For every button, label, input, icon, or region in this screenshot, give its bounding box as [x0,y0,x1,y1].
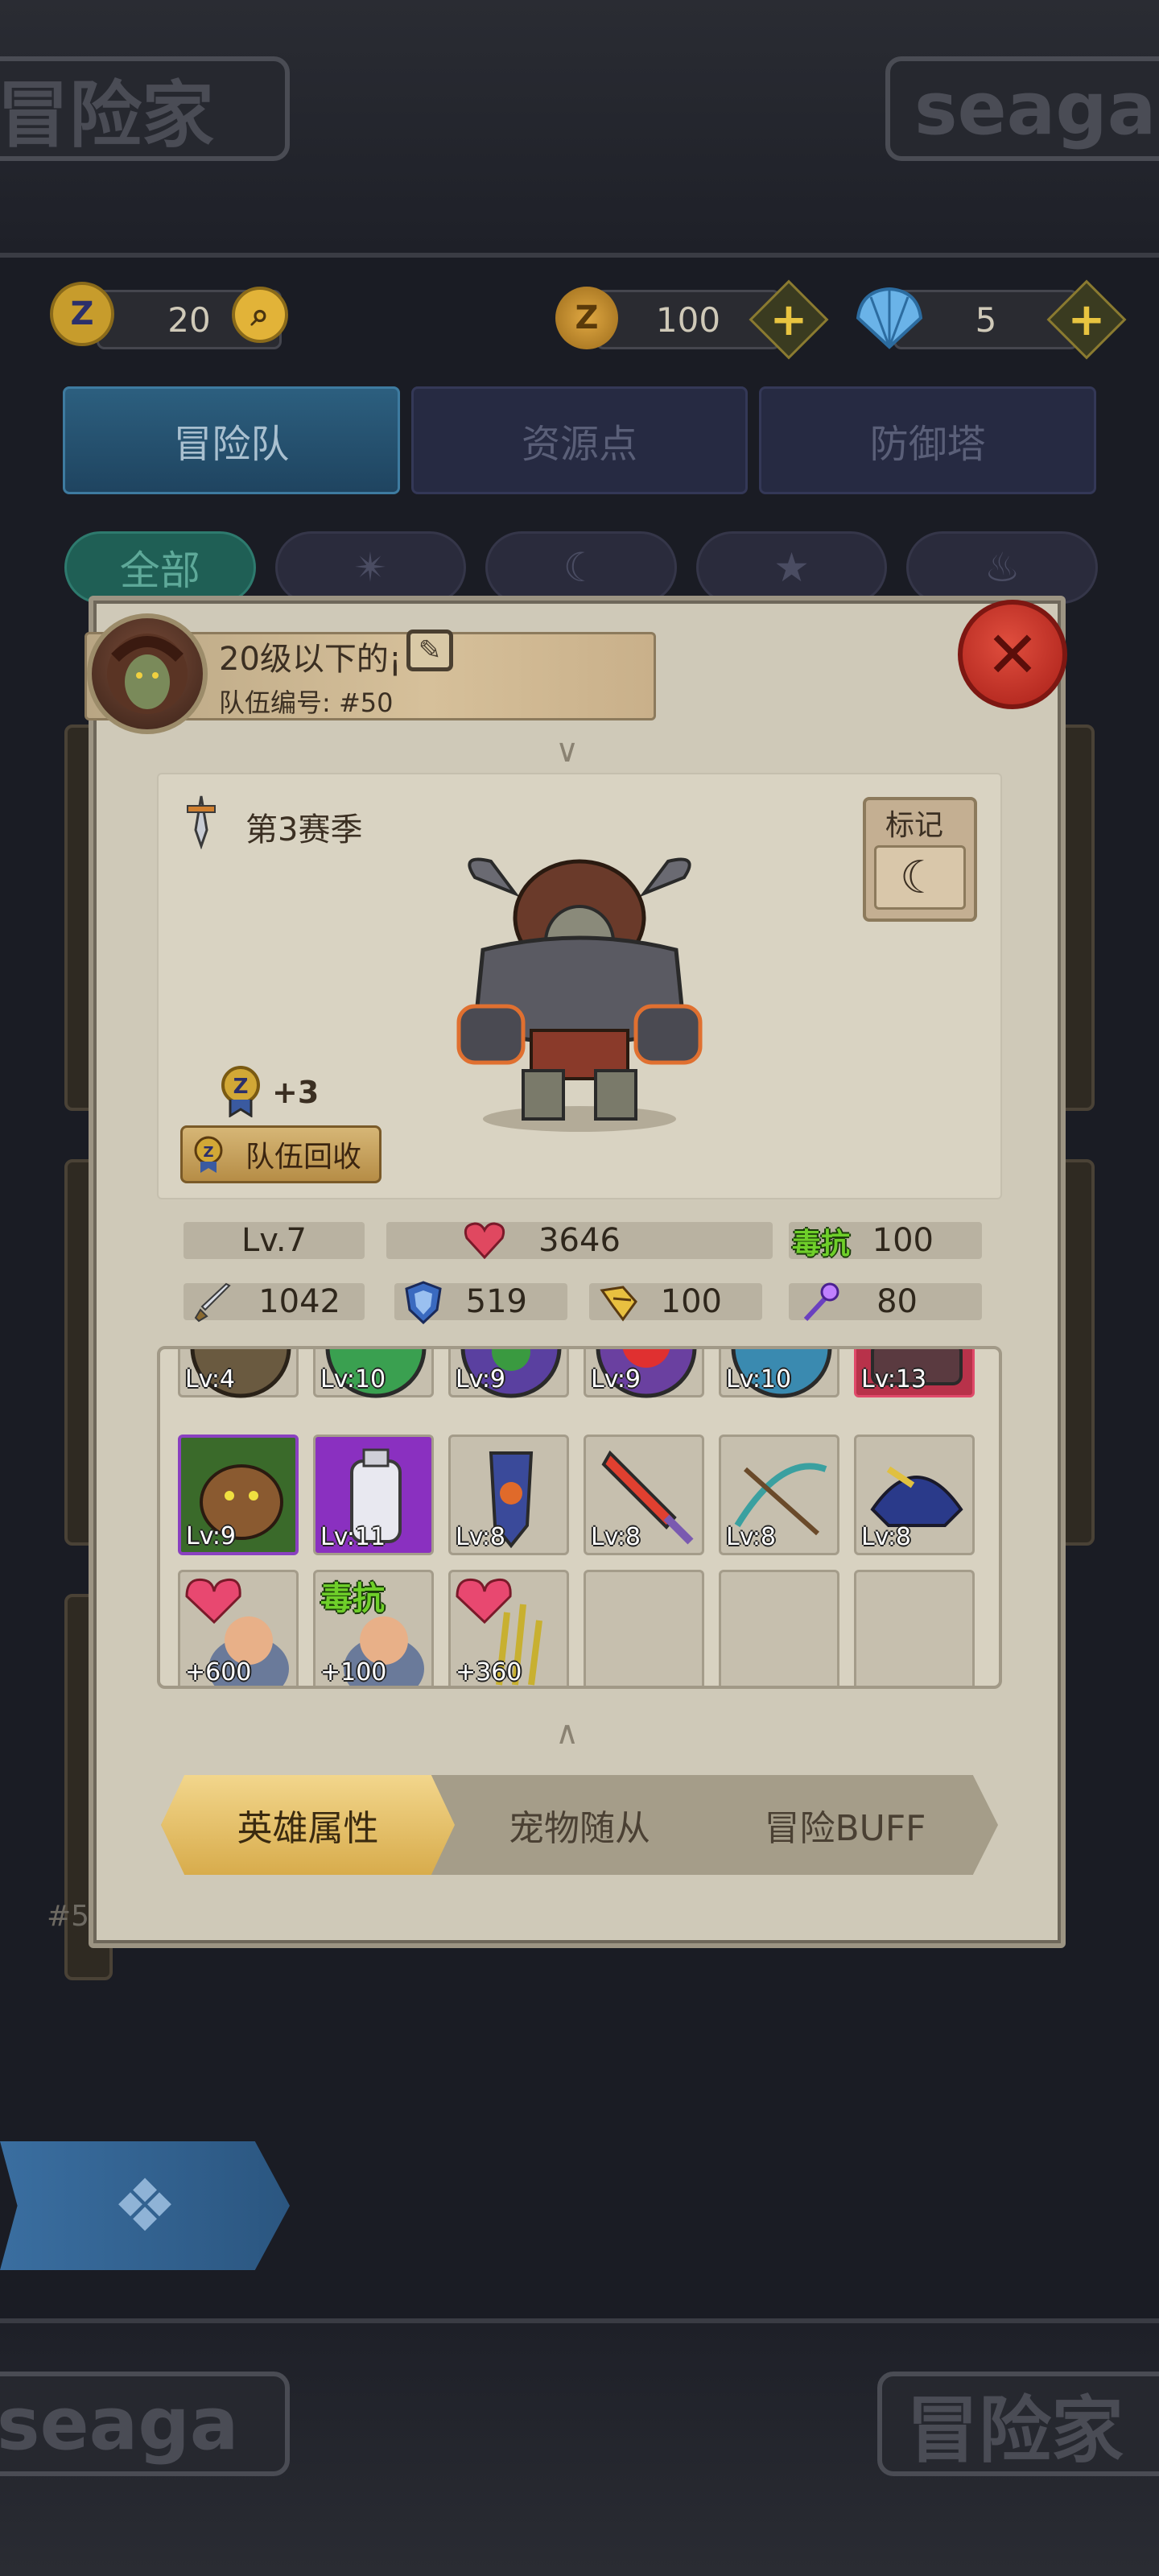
top-banner-right: seaga [885,56,1159,161]
magic-wand-icon [797,1280,842,1325]
hero-defense: 519 [465,1283,527,1320]
equipment-slot[interactable]: Lv:8 [854,1435,975,1555]
equipment-grid: Lv:4 Lv:10 Lv:9 Lv:9 Lv:10 Lv:13 Lv:9 Lv… [157,1346,1002,1689]
close-button[interactable]: ✕ [958,600,1067,709]
side-card-number: #5 [47,1900,90,1933]
buff-slot[interactable]: +360 [448,1570,569,1686]
equipment-slot[interactable]: Lv:8 [448,1435,569,1555]
coin-icon: Z [555,287,618,349]
tab-resource-point[interactable]: 资源点 [410,386,749,494]
token-icon: Z [219,1064,262,1118]
filter-all[interactable]: 全部 [64,531,256,604]
equipment-slot[interactable]: Lv:9 [448,1349,569,1398]
hero-hp: 3646 [538,1222,621,1259]
slot-level: Lv:8 [591,1523,641,1551]
team-avatar [87,613,208,734]
slot-level: Lv:13 [861,1365,927,1393]
heart-icon [462,1217,507,1262]
buff-amount: +360 [456,1658,522,1686]
slot-level: Lv:9 [186,1522,237,1550]
season-label: 第3赛季 [245,811,363,848]
chevron-down-icon: ∨ [555,733,580,770]
tab-defense-tower[interactable]: 防御塔 [759,386,1097,494]
bottom-banner-right: 冒险家 [877,2372,1159,2476]
top-banner-area: 冒险家 seaga [0,0,1159,258]
sparkle-icon[interactable]: ✴ [274,531,467,604]
hero-level: Lv.7 [184,1222,365,1259]
equipment-slot[interactable]: Lv:13 [854,1349,975,1397]
equipment-slot[interactable]: Lv:8 [719,1435,839,1555]
sword-badge-icon [181,793,221,850]
poison-res-label: 毒抗 [792,1228,851,1261]
svg-text:Z: Z [203,1144,213,1161]
hero-poison-res: 100 [872,1222,934,1259]
buff-amount: +100 [320,1658,387,1686]
slot-level: Lv:10 [320,1365,386,1393]
poison-res-badge: 毒抗 [320,1580,385,1617]
svg-text:Z: Z [233,1075,249,1099]
menu-flag-button[interactable]: ❖ [0,2141,290,2270]
mark-label: 标记 [885,809,944,842]
slot-level: Lv:8 [456,1523,506,1551]
tab-pet-followers[interactable]: 宠物随从 [451,1775,708,1875]
equipment-slot[interactable]: Lv:4 [178,1349,299,1398]
team-name: 20级以下的¡ [219,641,402,678]
chevron-up-icon: ∧ [555,1715,580,1752]
tab-adventure-buff[interactable]: 冒险BUFF [708,1775,982,1875]
moon-icon: ☾ [874,845,966,910]
buff-slot[interactable]: 毒抗 +100 [313,1570,434,1686]
tab-hero-attributes[interactable]: 英雄属性 [161,1775,455,1875]
buff-slot[interactable]: +600 [178,1570,299,1686]
wing-boot-icon [597,1280,642,1325]
empty-slot[interactable] [584,1570,704,1686]
moon-icon[interactable]: ☾ [485,531,677,604]
bottom-banner-left: seaga [0,2372,290,2476]
token-bonus: +3 [272,1075,320,1110]
slot-level: Lv:8 [726,1523,777,1551]
hero-speed: 100 [660,1283,722,1320]
search-icon[interactable]: ⌕ [232,287,288,343]
currency-row: 20 Z ⌕ 100 Z + 5 + [0,274,1159,362]
filter-row: 全部 ✴ ☾ ★ ♨ [64,531,1098,604]
equipment-slot[interactable]: Lv:8 [584,1435,704,1555]
shield-icon [401,1280,446,1325]
tab-adventure-team[interactable]: 冒险队 [63,386,400,494]
team-recycle-button[interactable]: Z 队伍回收 [180,1125,382,1183]
empty-slot[interactable] [854,1570,975,1686]
slot-level: Lv:9 [591,1365,641,1393]
token-icon: Z [50,282,114,346]
slot-level: Lv:8 [861,1523,912,1551]
slot-level: Lv:10 [726,1365,792,1393]
buff-amount: +600 [185,1658,252,1686]
top-banner-left: 冒险家 [0,56,290,161]
equipment-slot[interactable]: Lv:9 [584,1349,704,1398]
empty-slot[interactable] [719,1570,839,1686]
pet-slot[interactable]: Lv:9 [178,1435,299,1555]
hero-sprite [443,845,716,1135]
equipment-slot[interactable]: Lv:10 [719,1349,839,1398]
hero-attack: 1042 [258,1283,340,1320]
shell-icon [853,282,926,354]
bottom-banner-area: seaga 冒险家 [0,2318,1159,2576]
token-icon: Z [192,1136,225,1174]
slot-level: Lv:9 [456,1365,506,1393]
sword-icon [192,1280,237,1325]
star-icon[interactable]: ★ [695,531,888,604]
edit-icon[interactable]: ✎ [406,630,453,671]
slot-level: Lv:4 [185,1365,236,1393]
pet-slot[interactable]: Lv:11 [313,1435,434,1555]
main-tabs: 冒险队 资源点 防御塔 [63,386,1097,494]
team-recycle-label: 队伍回收 [245,1141,361,1174]
slot-level: Lv:11 [320,1523,386,1551]
flame-icon[interactable]: ♨ [906,531,1098,604]
team-id: 队伍编号: #50 [219,687,394,718]
hero-magic: 80 [876,1283,918,1320]
equipment-slot[interactable]: Lv:10 [313,1349,434,1398]
hero-hp-bar: 3646 [386,1222,773,1259]
